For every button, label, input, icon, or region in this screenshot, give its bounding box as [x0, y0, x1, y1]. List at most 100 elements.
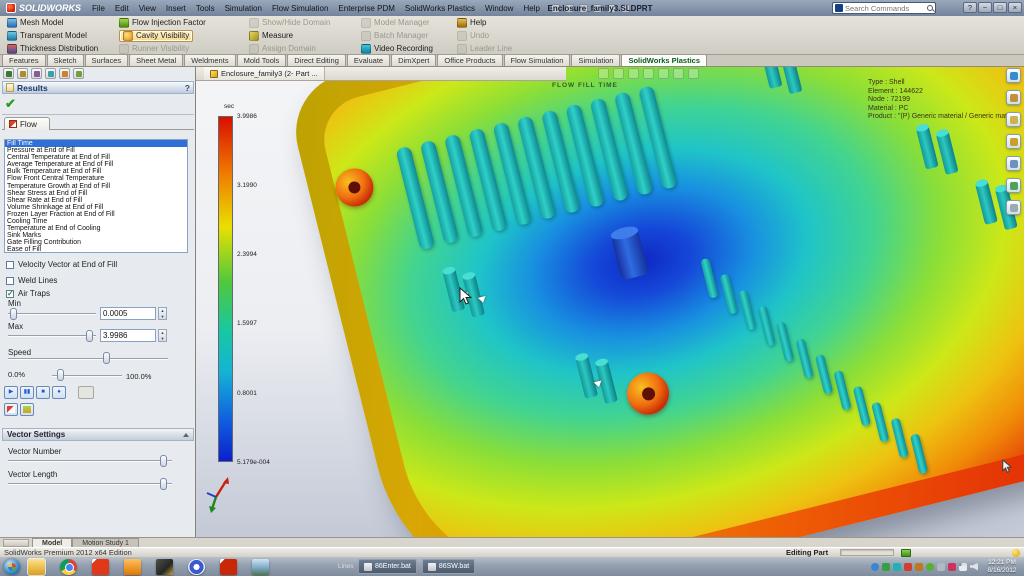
- result-item[interactable]: Gate Filling Contribution: [5, 239, 187, 246]
- velocity-vector-checkbox[interactable]: [6, 261, 14, 269]
- show-hide-domain-button[interactable]: Show/Hide Domain: [246, 17, 358, 29]
- tab-scroll-buttons[interactable]: [3, 539, 29, 547]
- panel-help-icon[interactable]: ?: [185, 83, 190, 93]
- velocity-vector-checkbox-row[interactable]: Velocity Vector at End of Fill: [6, 260, 117, 269]
- tab-direct-editing[interactable]: Direct Editing: [287, 54, 346, 66]
- loop-button[interactable]: ●: [52, 386, 66, 399]
- search-commands-box[interactable]: [832, 2, 936, 14]
- minimize-button[interactable]: −: [978, 2, 992, 13]
- display-style-icon[interactable]: [673, 68, 684, 79]
- result-item[interactable]: Cooling Time: [5, 218, 187, 225]
- result-item[interactable]: Ease of Fill: [5, 246, 187, 253]
- tab-surfaces[interactable]: Surfaces: [85, 54, 129, 66]
- max-spinner[interactable]: ▴▾: [158, 329, 167, 342]
- video-recording-button[interactable]: Video Recording: [358, 43, 454, 55]
- chrome-icon[interactable]: [60, 559, 77, 575]
- taskbar-window-86enter[interactable]: 86Enter.bat: [358, 559, 417, 574]
- menu-edit[interactable]: Edit: [110, 3, 134, 14]
- outlook-icon[interactable]: [124, 559, 141, 575]
- graphics-viewport[interactable]: Enclosure_family3 (2- Part ... FLOW FILL…: [196, 67, 1024, 537]
- min-slider-track[interactable]: [8, 313, 96, 315]
- tab-solidworks-plastics[interactable]: SolidWorks Plastics: [621, 54, 707, 66]
- runner-visibility-button[interactable]: Runner Visibility: [116, 43, 246, 55]
- max-slider-track[interactable]: [8, 335, 96, 337]
- tab-mold-tools[interactable]: Mold Tools: [237, 54, 287, 66]
- weld-lines-checkbox-row[interactable]: Weld Lines: [6, 276, 57, 285]
- tab-features[interactable]: Features: [2, 54, 46, 66]
- edrawings-icon[interactable]: [188, 559, 205, 575]
- document-tab[interactable]: Enclosure_family3 (2- Part ...: [204, 67, 325, 80]
- tab-sheet-metal[interactable]: Sheet Metal: [129, 54, 183, 66]
- menu-simulation[interactable]: Simulation: [220, 3, 267, 14]
- max-slider-handle[interactable]: [86, 330, 93, 342]
- search-pane-icon[interactable]: [1006, 134, 1021, 149]
- view-orientation-icon[interactable]: [658, 68, 669, 79]
- view-palette-icon[interactable]: [1006, 156, 1021, 171]
- help-button[interactable]: ?: [963, 2, 977, 13]
- play-button[interactable]: ▶: [4, 386, 18, 399]
- motion-study-tab[interactable]: Motion Study 1: [72, 538, 139, 547]
- menu-insert[interactable]: Insert: [161, 3, 191, 14]
- tab-dimxpert[interactable]: DimXpert: [391, 54, 436, 66]
- tab-weldments[interactable]: Weldments: [184, 54, 235, 66]
- result-item[interactable]: Bulk Temperature at End of Fill: [5, 168, 187, 175]
- file-explorer-icon[interactable]: [1006, 112, 1021, 127]
- search-icon[interactable]: [927, 5, 933, 11]
- min-spinner[interactable]: ▴▾: [158, 307, 167, 320]
- vector-settings-header[interactable]: Vector Settings: [2, 428, 194, 441]
- tab-simulation[interactable]: Simulation: [571, 54, 620, 66]
- previous-view-icon[interactable]: [628, 68, 639, 79]
- tray-bulb-icon[interactable]: [926, 563, 934, 571]
- air-traps-checkbox[interactable]: [6, 290, 14, 298]
- result-item[interactable]: Central Temperature at End of Fill: [5, 154, 187, 161]
- appearances-scenes-icon[interactable]: [1006, 178, 1021, 193]
- menu-file[interactable]: File: [87, 3, 110, 14]
- menu-flow-simulation[interactable]: Flow Simulation: [267, 3, 333, 14]
- min-slider-handle[interactable]: [10, 308, 17, 320]
- solidworks-app-icon-2[interactable]: [220, 559, 237, 575]
- mesh-model-button[interactable]: Mesh Model: [4, 17, 116, 29]
- status-help-icon[interactable]: [1012, 549, 1020, 557]
- taskbar-clock[interactable]: 12:21 PM 8/16/2012: [981, 559, 1023, 575]
- tray-flag-icon[interactable]: [948, 563, 956, 571]
- tray-orange-icon[interactable]: [915, 563, 923, 571]
- solidworks-resources-icon[interactable]: [1006, 68, 1021, 83]
- restore-button[interactable]: □: [993, 2, 1007, 13]
- flow-tab[interactable]: Flow: [4, 117, 50, 130]
- tab-evaluate[interactable]: Evaluate: [347, 54, 390, 66]
- display-manager-icon[interactable]: [59, 68, 70, 79]
- result-item-selected[interactable]: Fill Time: [5, 140, 187, 147]
- weld-lines-checkbox[interactable]: [6, 277, 14, 285]
- result-item[interactable]: Frozen Layer Fraction at End of Fill: [5, 211, 187, 218]
- dimxpert-manager-icon[interactable]: [45, 68, 56, 79]
- snapshot-button[interactable]: [78, 386, 94, 399]
- custom-properties-icon[interactable]: [1006, 200, 1021, 215]
- pause-button[interactable]: ▮▮: [20, 386, 34, 399]
- image-viewer-icon[interactable]: [252, 559, 269, 575]
- help-toolbar-button[interactable]: Help: [454, 17, 526, 29]
- result-item[interactable]: Sink Marks: [5, 232, 187, 239]
- max-value-input[interactable]: [100, 329, 156, 342]
- tray-teal-icon[interactable]: [893, 563, 901, 571]
- result-item[interactable]: Pressure at End of Fill: [5, 147, 187, 154]
- result-item[interactable]: Shear Rate at End of Fill: [5, 197, 187, 204]
- progress-slider-handle[interactable]: [57, 369, 64, 381]
- tray-network-bars-icon[interactable]: [959, 563, 967, 571]
- design-library-icon[interactable]: [1006, 90, 1021, 105]
- configuration-icon[interactable]: [31, 68, 42, 79]
- zoom-fit-icon[interactable]: [598, 68, 609, 79]
- air-traps-checkbox-row[interactable]: Air Traps: [6, 289, 50, 298]
- transparent-model-button[interactable]: Transparent Model: [4, 30, 116, 42]
- speed-slider-track[interactable]: [8, 358, 168, 360]
- property-manager-icon[interactable]: [17, 68, 28, 79]
- results-list[interactable]: Fill Time Pressure at End of Fill Centra…: [4, 139, 188, 253]
- assign-domain-button[interactable]: Assign Domain: [246, 43, 358, 55]
- measure-button[interactable]: Measure: [246, 30, 358, 42]
- appearance-icon[interactable]: [688, 68, 699, 79]
- photo-editor-icon[interactable]: [156, 559, 173, 575]
- explorer-icon[interactable]: [28, 559, 45, 575]
- close-button[interactable]: ×: [1008, 2, 1022, 13]
- batch-manager-button[interactable]: Batch Manager: [358, 30, 454, 42]
- cavity-visibility-button[interactable]: Cavity Visibility: [116, 30, 246, 42]
- tray-gray-icon[interactable]: [937, 563, 945, 571]
